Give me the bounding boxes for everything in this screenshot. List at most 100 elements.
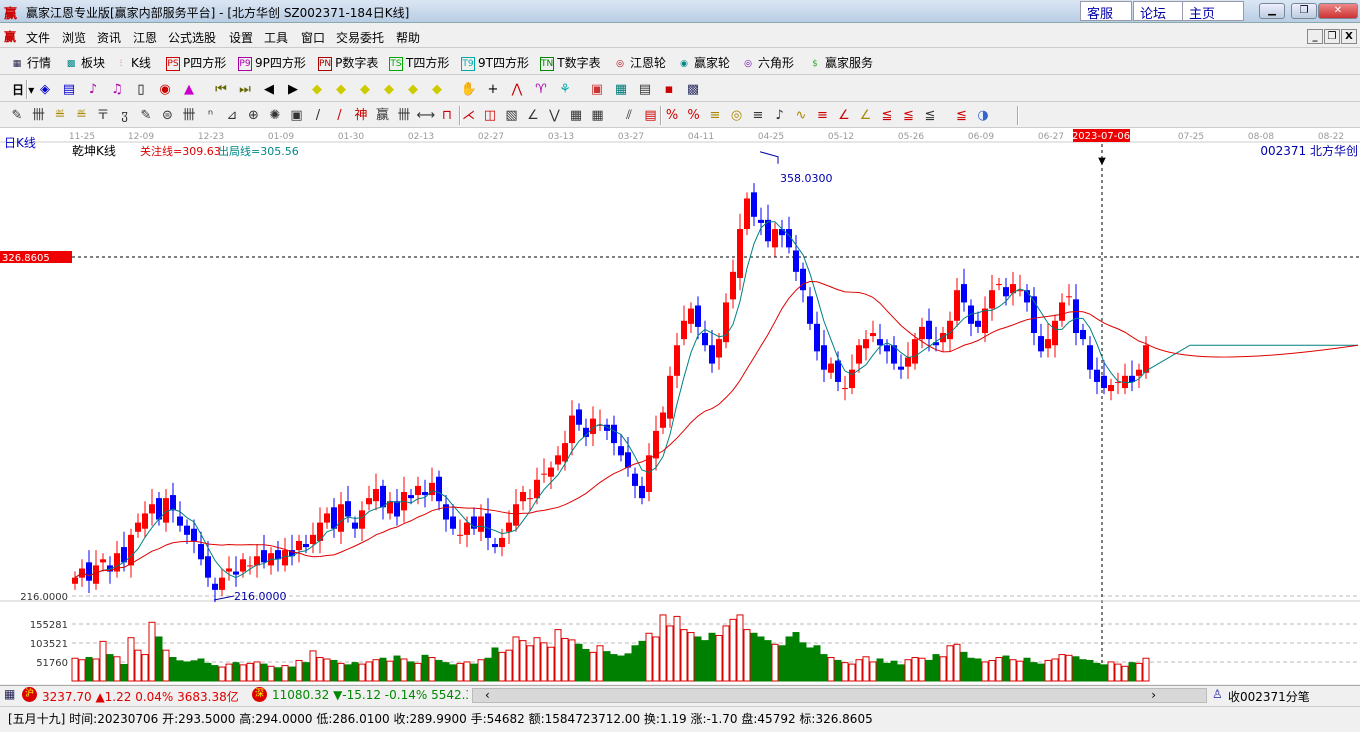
bars-icon[interactable]: ⫽ <box>620 107 638 124</box>
pen3-icon[interactable]: ≡ <box>749 107 767 124</box>
mdi-close-button[interactable]: X <box>1341 29 1357 44</box>
scroll-left-icon[interactable]: ‹ <box>485 688 490 702</box>
last-icon[interactable]: ⏭ <box>236 81 254 98</box>
si-icon[interactable]: ≦ <box>921 107 939 124</box>
toolbar-button-ps[interactable]: PS P四方形 <box>166 54 226 71</box>
square-icon[interactable]: ▣ <box>288 107 306 124</box>
gold-icon[interactable]: ≝ <box>51 107 69 124</box>
scroll-right-icon[interactable]: › <box>1151 688 1156 702</box>
spiral-icon[interactable]: ჳ <box>116 107 134 124</box>
shen-icon[interactable]: / <box>331 107 349 124</box>
box-icon[interactable]: ⟷ <box>417 107 436 124</box>
gold4-icon[interactable]: ∠ <box>857 107 875 124</box>
cross-icon[interactable]: + <box>484 81 502 98</box>
horizontal-scrollbar[interactable]: ‹ › <box>472 688 1207 703</box>
tree-icon[interactable]: ♈ <box>532 81 550 98</box>
percent-icon[interactable]: % <box>663 107 681 124</box>
expand-h-icon[interactable]: ◆ <box>356 81 374 98</box>
radar-icon[interactable]: ✺ <box>266 107 284 124</box>
menu-item-4[interactable]: 公式选股 <box>168 29 216 46</box>
toolbar-button-kline[interactable]: ⫶ K线 <box>114 54 151 71</box>
hand-icon[interactable]: ✋ <box>460 81 478 98</box>
fan-icon[interactable]: ⊓ <box>438 107 456 124</box>
kline-chart[interactable]: 11-25 12-09 12-23 01-09 01-30 02-13 02-27 03-13… <box>0 128 1360 684</box>
gold2-icon[interactable]: ≝ <box>73 107 91 124</box>
target-icon[interactable]: ⊕ <box>245 107 263 124</box>
indicator3-icon[interactable]: ♪ <box>84 81 102 98</box>
line-tool-icon[interactable]: ⋀ <box>508 81 526 98</box>
minimize-button[interactable]: ▁ <box>1259 3 1285 19</box>
fib-icon[interactable]: 〒 <box>94 107 112 124</box>
fan2-icon[interactable]: ◫ <box>481 107 499 124</box>
j-icon[interactable]: ≡ <box>814 107 832 124</box>
shen2-icon[interactable]: ≦ <box>878 107 896 124</box>
parallel-icon[interactable]: ▦ <box>589 107 607 124</box>
wave-icon[interactable]: ∠ <box>524 107 542 124</box>
period-dropdown[interactable]: 日 ▾ <box>12 81 34 98</box>
taichi-icon[interactable]: ≦ <box>953 107 971 124</box>
calculator-icon[interactable]: ▦ <box>612 81 630 98</box>
n2-icon[interactable]: ⁿ <box>202 107 220 124</box>
first-icon[interactable]: ⏮ <box>212 81 230 98</box>
menu-item-8[interactable]: 交易委托 <box>336 29 384 46</box>
arc-icon[interactable]: ⋌ <box>460 107 478 124</box>
toolbar-button-pn[interactable]: PN P数字表 <box>318 54 378 71</box>
gold-coin-icon[interactable]: ≡ <box>706 107 724 124</box>
toolbar-button-quote-table[interactable]: ▦ 行情 <box>10 54 51 71</box>
toolbar-button-t9[interactable]: T9 9T四方形 <box>461 54 529 71</box>
menu-item-5[interactable]: 设置 <box>229 29 253 46</box>
expand-all-icon[interactable]: ◆ <box>428 81 446 98</box>
wave2-icon[interactable]: ♪ <box>771 107 789 124</box>
toolbar-button-gann-wheel[interactable]: ◎ 江恩轮 <box>613 54 666 71</box>
slash-icon[interactable]: / <box>309 107 327 124</box>
percent-lines-icon[interactable]: % <box>685 107 703 124</box>
mdi-minimize-button[interactable]: _ <box>1307 29 1323 44</box>
percent-red-icon[interactable]: ▤ <box>642 107 660 124</box>
shrink-h-icon[interactable]: ◆ <box>380 81 398 98</box>
arrow-right-icon[interactable]: ◆ <box>332 81 350 98</box>
calc-fill-icon[interactable]: ⚘ <box>556 81 574 98</box>
color-icon[interactable]: ▲ <box>180 81 198 98</box>
quote-table-icon[interactable]: ▦ <box>4 687 15 701</box>
forum-link[interactable]: 论坛 <box>1133 1 1185 22</box>
angle2-icon[interactable]: ▧ <box>503 107 521 124</box>
menu-item-1[interactable]: 浏览 <box>62 29 86 46</box>
toolbar-button-dollar[interactable]: $ 赢家服务 <box>808 54 873 71</box>
ying2-icon[interactable]: ≦ <box>900 107 918 124</box>
shanghai-badge[interactable]: 沪 <box>22 687 37 702</box>
grid3-icon[interactable]: ▦ <box>567 107 585 124</box>
hash-icon[interactable]: 卌 <box>180 107 198 124</box>
infinity-icon[interactable]: ◑ <box>974 107 992 124</box>
customer-service-link[interactable]: 客服 <box>1080 1 1132 22</box>
print-icon[interactable]: ▩ <box>684 81 702 98</box>
save-icon[interactable]: ▪ <box>660 81 678 98</box>
candle-style-icon[interactable]: ▯ <box>132 81 150 98</box>
chart-type-icon[interactable]: ◈ <box>36 81 54 98</box>
grid2-icon[interactable]: ⋁ <box>546 107 564 124</box>
gold-lines-icon[interactable]: ◎ <box>728 107 746 124</box>
menu-item-3[interactable]: 江恩 <box>133 29 157 46</box>
lines-icon[interactable]: 卌 <box>30 107 48 124</box>
menu-item-7[interactable]: 窗口 <box>301 29 325 46</box>
toolbar-button-sector[interactable]: ▩ 板块 <box>64 54 105 71</box>
menu-item-9[interactable]: 帮助 <box>396 29 420 46</box>
indicator9-icon[interactable]: ♫ <box>108 81 126 98</box>
calendar-icon[interactable]: ▣ <box>588 81 606 98</box>
gold3-icon[interactable]: ∿ <box>792 107 810 124</box>
mdi-restore-button[interactable]: ❐ <box>1324 29 1340 44</box>
toolbar-button-hexagon[interactable]: ◎ 六角形 <box>741 54 794 71</box>
doc-icon[interactable]: ▤ <box>60 81 78 98</box>
close-button[interactable]: ✕ <box>1318 3 1358 19</box>
left-icon[interactable]: ◀ <box>260 81 278 98</box>
homepage-link[interactable]: 主页 <box>1182 1 1244 22</box>
menu-item-6[interactable]: 工具 <box>264 29 288 46</box>
menu-item-0[interactable]: 文件 <box>26 29 50 46</box>
ying-icon[interactable]: 神 <box>352 107 370 124</box>
notes-icon[interactable]: ▤ <box>636 81 654 98</box>
f-icon[interactable]: ∠ <box>835 107 853 124</box>
toolbar-button-tn[interactable]: TN T数字表 <box>540 54 601 71</box>
arrow-left-icon[interactable]: ◆ <box>308 81 326 98</box>
tick-data-label[interactable]: 收002371分笔 <box>1228 688 1310 705</box>
shenzhen-badge[interactable]: 深 <box>252 687 267 702</box>
angle-icon[interactable]: ⊿ <box>223 107 241 124</box>
